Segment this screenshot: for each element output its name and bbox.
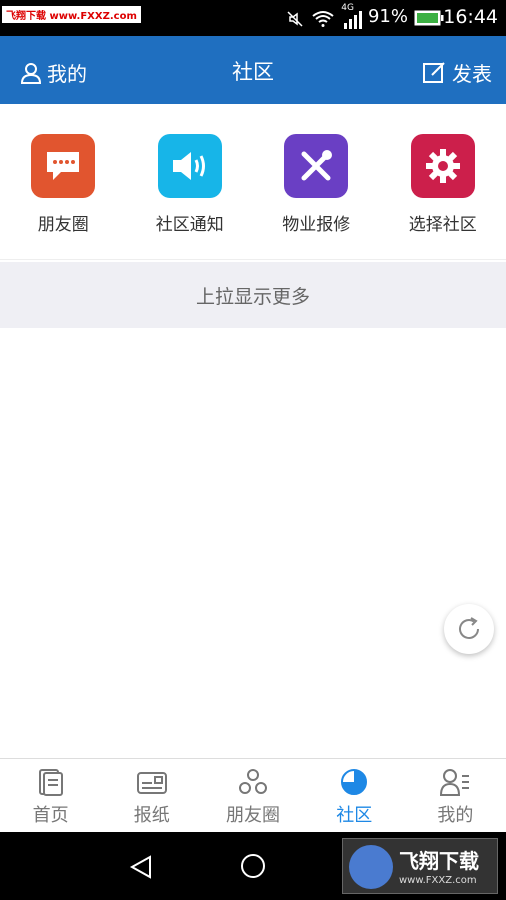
moments-tile — [31, 134, 96, 198]
post-button[interactable]: 发表 — [422, 58, 492, 87]
tab-moments[interactable]: 朋友圈 — [202, 759, 303, 832]
tab-community[interactable]: 社区 — [304, 759, 405, 832]
action-notice[interactable]: 社区通知 — [127, 104, 254, 259]
tab-label: 朋友圈 — [226, 805, 280, 826]
quick-actions: 朋友圈 社区通知 物业报修 选择社区 — [0, 104, 506, 260]
back-icon[interactable] — [128, 854, 154, 880]
speaker-icon — [172, 152, 205, 180]
app-header: 我的 社区 发表 — [0, 36, 506, 104]
pie-chart-icon — [341, 769, 368, 795]
wifi-icon — [312, 11, 334, 27]
app-screen: 飞翔下载 www.FXXZ.com 4G 91% 16:44 我的 社区 发表 … — [0, 0, 506, 900]
tab-label: 社区 — [336, 805, 373, 826]
action-label: 物业报修 — [282, 215, 351, 235]
watermark-title: 飞翔下载 — [399, 849, 479, 873]
bottom-tab-bar: 首页 报纸 朋友圈 社区 我的 — [0, 758, 506, 832]
action-label: 选择社区 — [408, 215, 477, 235]
action-label: 朋友圈 — [37, 215, 89, 235]
tools-icon — [301, 150, 333, 181]
watermark-top: 飞翔下载 www.FXXZ.com — [2, 6, 141, 23]
system-nav-bar: 飞翔下载 www.FXXZ.com — [0, 832, 506, 900]
action-moments[interactable]: 朋友圈 — [0, 104, 127, 259]
edit-icon — [423, 61, 445, 83]
action-label: 社区通知 — [155, 215, 224, 235]
post-label: 发表 — [452, 62, 492, 86]
home-icon[interactable] — [240, 853, 266, 879]
watermark-bottom: 飞翔下载 www.FXXZ.com — [342, 838, 498, 894]
watermark-logo — [349, 845, 393, 889]
watermark-url: www.FXXZ.com — [399, 875, 477, 886]
gear-icon — [425, 149, 460, 183]
chat-bubble-icon — [47, 152, 80, 180]
status-bar: 飞翔下载 www.FXXZ.com 4G 91% 16:44 — [0, 0, 506, 36]
tab-label: 首页 — [32, 805, 69, 826]
tab-profile[interactable]: 我的 — [405, 759, 506, 832]
tab-newspaper[interactable]: 报纸 — [101, 759, 202, 832]
document-icon — [38, 769, 63, 796]
action-select-community[interactable]: 选择社区 — [380, 104, 506, 259]
circle-people-icon — [239, 769, 267, 794]
tab-label: 我的 — [437, 805, 474, 826]
battery-percent: 91% — [367, 6, 408, 27]
clock: 16:44 — [443, 6, 498, 28]
refresh-icon — [459, 617, 479, 639]
tab-label: 报纸 — [133, 805, 170, 826]
refresh-button[interactable] — [444, 604, 494, 654]
select-tile — [410, 134, 475, 198]
profile-icon — [440, 769, 470, 796]
network-type: 4G — [341, 3, 354, 13]
newspaper-icon — [136, 772, 167, 794]
repair-tile — [284, 134, 349, 198]
mute-icon — [287, 11, 303, 27]
notice-tile — [157, 134, 222, 198]
pull-to-load-more[interactable]: 上拉显示更多 — [0, 262, 506, 328]
tab-home[interactable]: 首页 — [0, 759, 101, 832]
action-repair[interactable]: 物业报修 — [253, 104, 380, 259]
battery-icon — [414, 10, 444, 26]
